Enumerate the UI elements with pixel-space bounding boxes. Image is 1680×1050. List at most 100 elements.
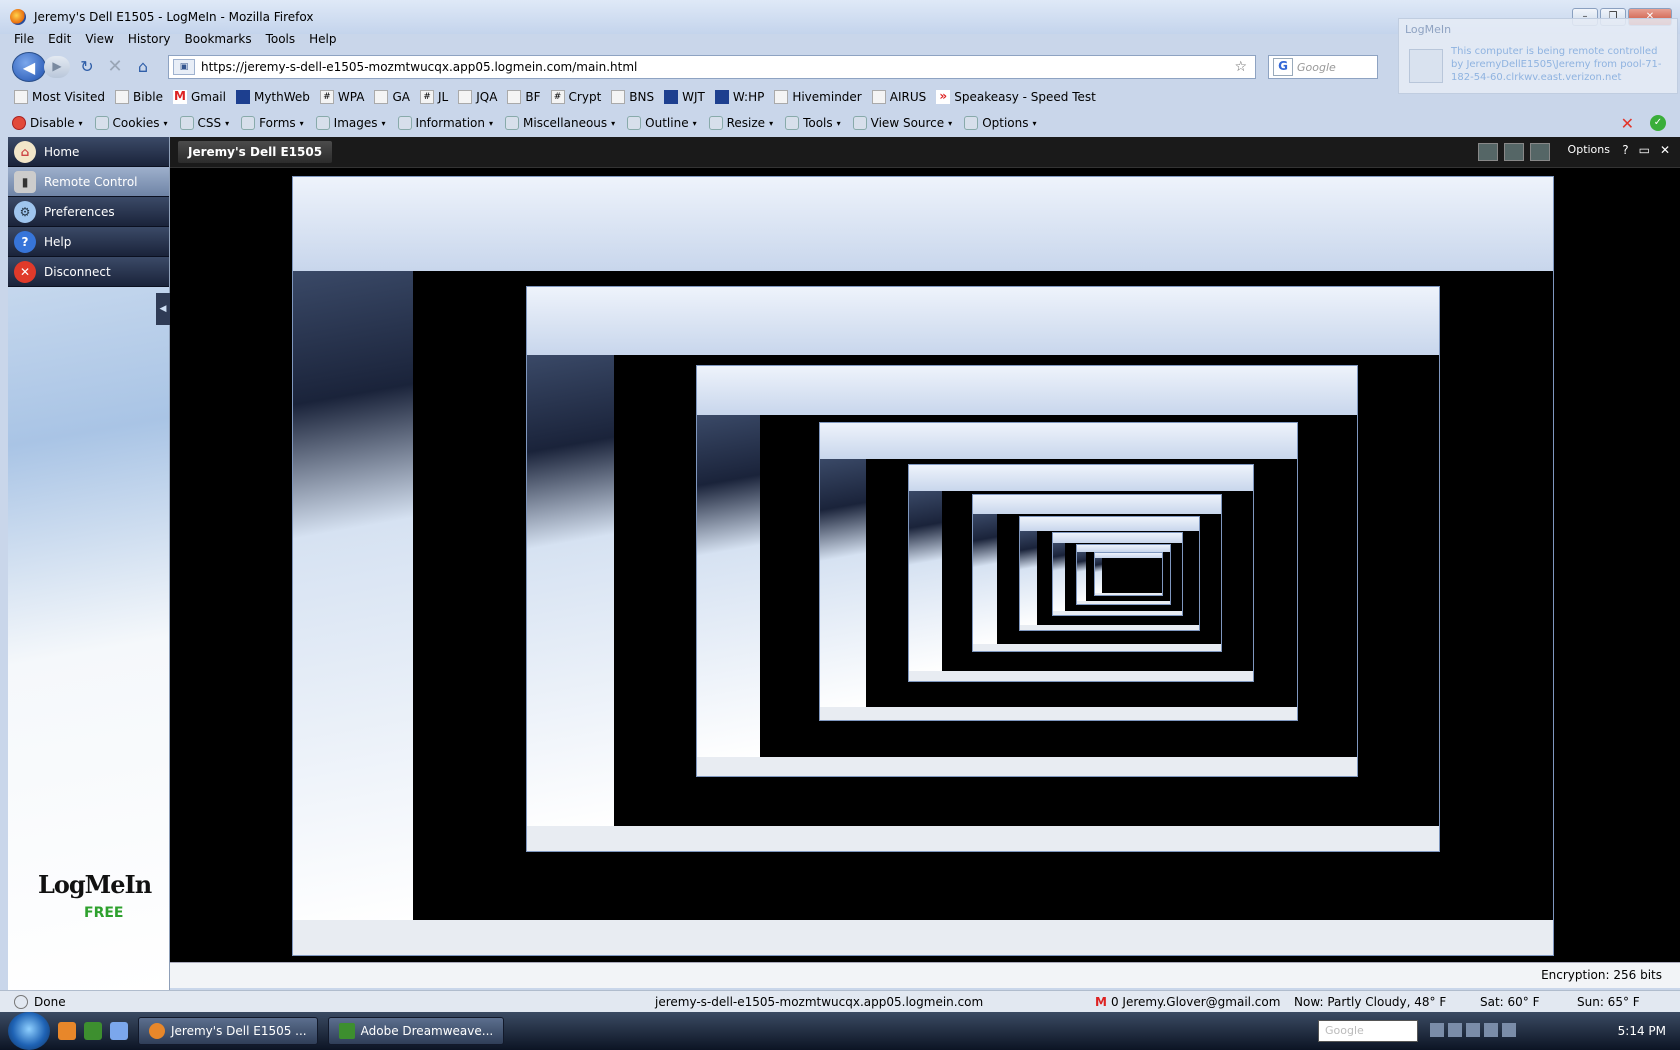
dev-view-source[interactable]: View Source ▾ (852, 116, 952, 130)
forward-button[interactable]: ▶ (44, 56, 70, 78)
bookmark-wpa[interactable]: # WPA (319, 90, 364, 104)
nested-browser-chrome (1053, 533, 1182, 543)
remote-options-button[interactable]: Options (1568, 143, 1610, 156)
url-text[interactable]: https://jeremy-s-dell-e1505-mozmtwucqx.a… (201, 60, 1234, 74)
menu-tools[interactable]: Tools (266, 32, 296, 46)
tray-icon[interactable] (1484, 1023, 1498, 1037)
volume-icon[interactable] (1502, 1023, 1516, 1037)
bookmark-bf[interactable]: BF (507, 90, 541, 104)
back-button[interactable]: ◀ (12, 52, 46, 82)
collapse-sidebar-tab[interactable]: ◀ (156, 293, 170, 325)
menu-history[interactable]: History (128, 32, 171, 46)
gmail-icon: M (172, 89, 187, 104)
logmein-notification: LogMeIn This computer is being remote co… (1398, 18, 1678, 94)
colors-icon[interactable] (1504, 143, 1524, 161)
bookmark-gmail[interactable]: M Gmail (172, 89, 226, 104)
dev-tools[interactable]: Tools ▾ (785, 116, 841, 130)
menu-edit[interactable]: Edit (48, 32, 71, 46)
bookmark-speakeasy[interactable]: » Speakeasy - Speed Test (936, 90, 1096, 104)
sidebar-item-disconnect[interactable]: ✕ Disconnect (8, 257, 169, 287)
bookmark-jqa[interactable]: JQA (458, 90, 497, 104)
dev-options[interactable]: Options ▾ (964, 116, 1037, 130)
bookmark-wjt[interactable]: WJT (664, 90, 705, 104)
url-bar[interactable]: ▣ https://jeremy-s-dell-e1505-mozmtwucqx… (168, 55, 1256, 79)
dev-miscellaneous[interactable]: Miscellaneous ▾ (505, 116, 615, 130)
nested-sidebar (1077, 552, 1086, 601)
bookmark-most-visited[interactable]: Most Visited (14, 90, 105, 104)
taskbar-dreamweaver[interactable]: Adobe Dreamweave... (327, 1017, 505, 1045)
sidebar-item-remote-control[interactable]: ▮ Remote Control (8, 167, 169, 197)
system-tray (1430, 1023, 1516, 1037)
bookmark-ga[interactable]: GA (374, 90, 410, 104)
remote-close-icon[interactable]: ✕ (1660, 143, 1670, 157)
clock: 5:14 PM (1617, 1024, 1666, 1038)
dreamweaver-quicklaunch-icon[interactable] (84, 1022, 102, 1040)
bookmark-whp[interactable]: W:HP (714, 90, 764, 104)
site-identity-icon[interactable]: ▣ (173, 59, 195, 75)
dev-resize[interactable]: Resize ▾ (708, 116, 773, 130)
quicklaunch-icon[interactable] (110, 1022, 128, 1040)
bookmark-star-icon[interactable]: ☆ (1234, 59, 1247, 75)
weather-now[interactable]: Now: Partly Cloudy, 48° F (1294, 995, 1446, 1009)
gmail-notifier[interactable]: M0 Jeremy.Glover@gmail.com (1095, 995, 1280, 1009)
screen-icon[interactable] (1478, 143, 1498, 161)
bns-icon (611, 90, 626, 104)
dev-cookies[interactable]: Cookies ▾ (94, 116, 168, 130)
nested-status-bar (293, 920, 1553, 955)
bookmark-crypt[interactable]: # Crypt (550, 90, 601, 104)
reload-icon[interactable]: ↻ (76, 56, 98, 78)
menu-bookmarks[interactable]: Bookmarks (185, 32, 252, 46)
remote-computer-title: Jeremy's Dell E1505 (178, 141, 333, 163)
home-icon: ⌂ (14, 140, 36, 163)
nested-status-bar (1053, 611, 1182, 615)
bookmark-bns[interactable]: BNS (611, 90, 654, 104)
menu-help[interactable]: Help (309, 32, 336, 46)
home-icon[interactable]: ⌂ (132, 56, 154, 78)
sidebar-item-help[interactable]: ? Help (8, 227, 169, 257)
nested-browser-chrome (527, 287, 1439, 355)
dev-information[interactable]: Information ▾ (397, 116, 493, 130)
dev-css[interactable]: CSS ▾ (179, 116, 229, 130)
page-icon (507, 90, 522, 104)
network-icon[interactable] (1530, 143, 1550, 161)
js-ok-icon[interactable]: ✓ (1650, 115, 1666, 131)
bookmark-bible[interactable]: Bible (115, 90, 163, 104)
bookmark-hiveminder[interactable]: Hiveminder (774, 90, 862, 104)
remote-help-icon[interactable]: ? (1622, 143, 1628, 157)
dev-forms[interactable]: Forms ▾ (241, 116, 304, 130)
page-icon (115, 90, 130, 104)
taskbar-search-input[interactable]: Google (1318, 1020, 1418, 1042)
dev-disable[interactable]: Disable ▾ (12, 116, 83, 130)
google-icon[interactable]: G (1273, 58, 1293, 76)
remote-maximize-icon[interactable]: ▭ (1639, 143, 1650, 157)
bookmarks-toolbar: Most Visited Bible M Gmail MythWeb # WPA G… (0, 85, 1680, 109)
bookmark-mythweb[interactable]: MythWeb (235, 90, 310, 104)
sidebar-item-home[interactable]: ⌂ Home (8, 137, 169, 167)
taskbar-firefox[interactable]: Jeremy's Dell E1505 ... (138, 1017, 318, 1045)
bookmark-jl[interactable]: # JL (419, 90, 448, 104)
firefox-quicklaunch-icon[interactable] (58, 1022, 76, 1040)
stop-icon[interactable]: ✕ (104, 56, 126, 78)
nested-browser-chrome (1095, 553, 1162, 558)
sidebar-item-preferences[interactable]: ⚙ Preferences (8, 197, 169, 227)
status-bar: Done jeremy-s-dell-e1505-mozmtwucqx.app0… (0, 990, 1680, 1012)
start-button[interactable] (8, 1012, 50, 1050)
dev-outline[interactable]: Outline ▾ (627, 116, 697, 130)
nested-browser-chrome (1020, 517, 1199, 531)
logmein-logo: LogMeIn (38, 870, 152, 899)
mythweb-icon (235, 90, 250, 104)
remote-screen[interactable] (170, 168, 1680, 962)
weather-sun[interactable]: Sun: 65° F (1577, 995, 1640, 1009)
tray-icon[interactable] (1430, 1023, 1444, 1037)
dev-images[interactable]: Images ▾ (315, 116, 386, 130)
tray-icon[interactable] (1448, 1023, 1462, 1037)
computer-icon (1409, 49, 1443, 83)
menu-view[interactable]: View (85, 32, 113, 46)
nested-status-bar (820, 707, 1297, 720)
css-error-icon[interactable]: ✕ (1621, 114, 1634, 133)
search-input[interactable]: G Google (1268, 55, 1378, 79)
tray-icon[interactable] (1466, 1023, 1480, 1037)
bookmark-airus[interactable]: AIRUS (871, 90, 926, 104)
weather-sat[interactable]: Sat: 60° F (1480, 995, 1540, 1009)
menu-file[interactable]: File (14, 32, 34, 46)
